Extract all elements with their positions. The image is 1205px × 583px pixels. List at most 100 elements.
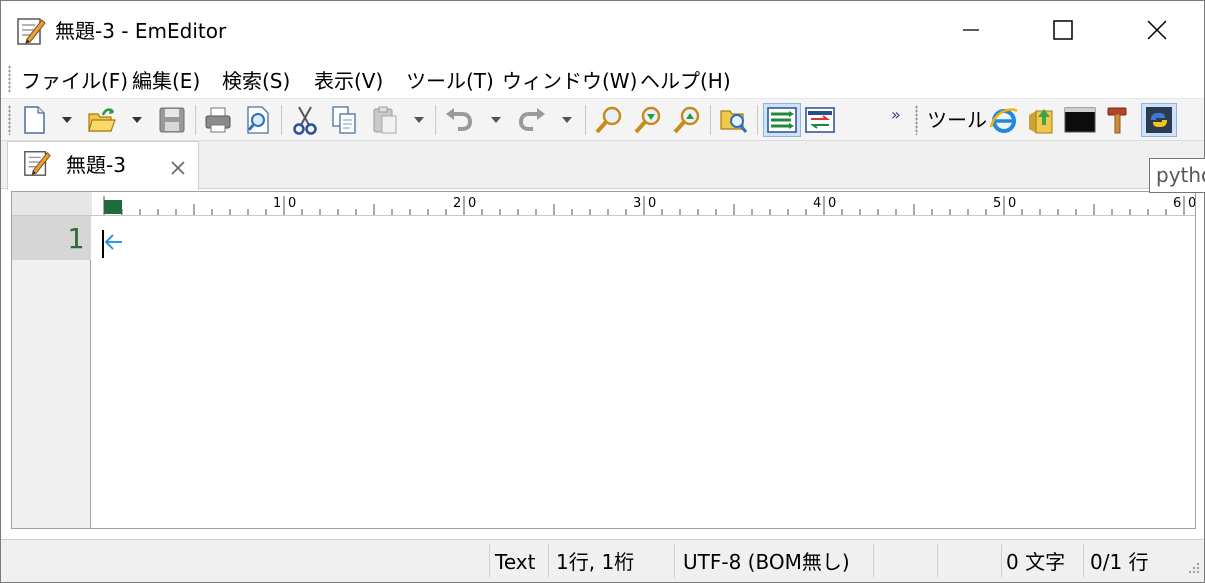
menu-search[interactable]: 検索(S) (222, 68, 290, 94)
status-separator (548, 544, 549, 578)
ruler-caret-marker (104, 200, 122, 214)
line-number: 1 (67, 222, 84, 255)
undo-button[interactable] (442, 103, 476, 137)
toolbar: » ツール (1, 99, 1204, 141)
chevron-down-icon (491, 117, 501, 123)
redo-button[interactable] (515, 103, 549, 137)
tools-toolbar-grip[interactable] (915, 105, 918, 135)
toolbar-grip[interactable] (8, 105, 11, 135)
paste-dropdown[interactable] (410, 103, 428, 137)
copy-button[interactable] (327, 103, 361, 137)
save-disk-icon (159, 107, 185, 133)
menu-window[interactable]: ウィンドウ(W) (502, 68, 637, 94)
toolbar-separator (757, 105, 758, 135)
internet-explorer-button[interactable] (987, 103, 1021, 137)
build-tool-button[interactable] (1101, 103, 1135, 137)
minimize-button[interactable] (925, 1, 1017, 59)
redo-icon (518, 108, 545, 131)
print-button[interactable] (201, 103, 235, 137)
close-tab-icon[interactable] (168, 158, 188, 178)
status-separator (937, 544, 938, 578)
end-of-line-arrow-icon (104, 234, 122, 250)
internet-explorer-icon (989, 108, 1018, 133)
ruler-label: 2 (453, 196, 461, 211)
status-separator (489, 544, 490, 578)
resize-grip-icon[interactable] (1184, 560, 1200, 576)
toolbar-separator (195, 105, 196, 135)
file-explorer-button[interactable] (1024, 103, 1058, 137)
menu-edit[interactable]: 編集(E) (132, 68, 200, 94)
maximize-button[interactable] (1017, 1, 1109, 59)
new-file-dropdown[interactable] (58, 103, 76, 137)
ruler-label: 0 (828, 196, 836, 211)
ruler-label: 0 (1008, 196, 1016, 211)
find-next-button[interactable] (631, 103, 665, 137)
current-line-highlight: 1 (12, 216, 91, 260)
status-encoding[interactable]: UTF-8 (BOM無し) (683, 550, 850, 574)
print-preview-button[interactable] (241, 103, 275, 137)
minimize-icon (963, 29, 979, 31)
command-prompt-icon (1064, 107, 1096, 133)
chevron-down-icon (414, 117, 424, 123)
window-title: 無題-3 - EmEditor (55, 19, 227, 43)
undo-dropdown[interactable] (487, 103, 505, 137)
text-editing-area[interactable] (92, 216, 1195, 528)
maximize-icon (1053, 20, 1073, 40)
menu-bar: ファイル(F) 編集(E) 検索(S) 表示(V) ツール(T) ウィンドウ(W… (1, 59, 1204, 99)
ruler: 102030405060 (12, 192, 1195, 216)
save-button[interactable] (155, 103, 189, 137)
python-button[interactable] (1141, 103, 1177, 137)
menu-file[interactable]: ファイル(F) (21, 68, 128, 94)
open-file-dropdown[interactable] (128, 103, 146, 137)
compare-button[interactable] (803, 103, 837, 137)
word-wrap-button[interactable] (763, 103, 801, 137)
status-separator (1083, 544, 1084, 578)
close-icon (1147, 20, 1167, 40)
status-cursor-position[interactable]: 1行, 1桁 (556, 550, 634, 574)
tab-untitled-3[interactable]: 無題-3 (7, 141, 199, 190)
paste-button[interactable] (368, 103, 402, 137)
ruler-label: 1 (273, 196, 281, 211)
status-char-count[interactable]: 0 文字 (1006, 550, 1065, 574)
undo-icon (446, 108, 473, 131)
menu-view[interactable]: 表示(V) (314, 68, 383, 94)
paste-icon (373, 106, 397, 134)
close-button[interactable] (1111, 1, 1203, 59)
status-separator (1001, 544, 1002, 578)
cut-button[interactable] (288, 103, 322, 137)
emeditor-window: 無題-3 - EmEditor ファイル(F) 編集(E) 検索(S) 表示(V… (0, 0, 1205, 583)
line-number-gutter[interactable]: 1 (12, 216, 91, 528)
chevron-down-icon (132, 117, 142, 123)
emeditor-app-icon[interactable] (15, 15, 47, 47)
chevron-down-icon (562, 117, 572, 123)
status-mode[interactable]: Text (495, 550, 535, 574)
command-prompt-button[interactable] (1063, 103, 1097, 137)
menu-help[interactable]: ヘルプ(H) (640, 68, 731, 94)
tools-toolbar-label: ツール (927, 108, 987, 132)
status-bar: Text 1行, 1桁 UTF-8 (BOM無し) 0 文字 0/1 行 (1, 539, 1204, 582)
ruler-label: 5 (993, 196, 1001, 211)
new-file-button[interactable] (17, 103, 51, 137)
redo-dropdown[interactable] (558, 103, 576, 137)
status-line-count[interactable]: 0/1 行 (1090, 550, 1149, 574)
menubar-grip[interactable] (8, 65, 11, 93)
open-file-button[interactable] (85, 103, 119, 137)
print-preview-icon (247, 106, 269, 134)
find-in-files-button[interactable] (717, 103, 751, 137)
ruler-label: 0 (648, 196, 656, 211)
open-folder-icon (88, 108, 116, 132)
find-previous-button[interactable] (670, 103, 704, 137)
menu-tools[interactable]: ツール(T) (406, 68, 494, 94)
toolbar-overflow-button[interactable]: » (891, 105, 901, 124)
toolbar-separator (710, 105, 711, 135)
toolbar-separator (585, 105, 586, 135)
title-bar[interactable]: 無題-3 - EmEditor (1, 1, 1204, 59)
find-next-icon (634, 106, 661, 134)
chevron-down-icon (62, 117, 72, 123)
python-icon (1146, 107, 1172, 133)
tab-strip: 無題-3 (1, 141, 1204, 190)
status-separator (674, 544, 675, 578)
find-button[interactable] (592, 103, 626, 137)
hammer-icon (1107, 107, 1127, 134)
find-in-files-icon (720, 110, 748, 133)
